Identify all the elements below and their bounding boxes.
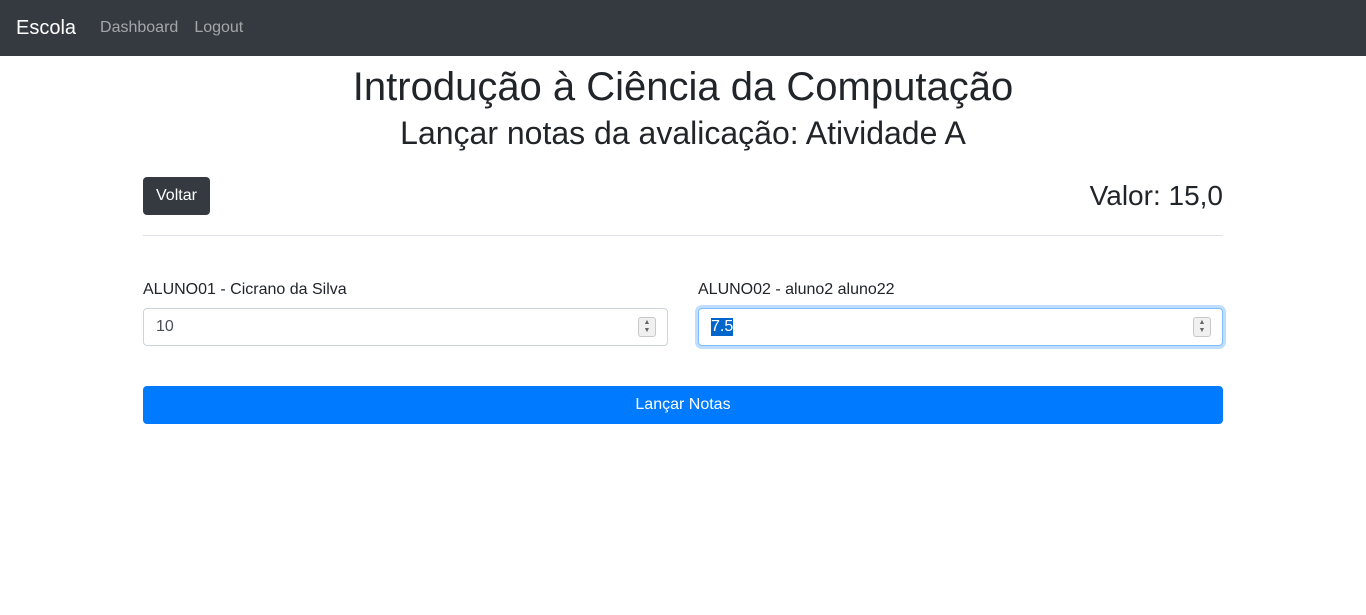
grade-input-wrapper-2: 7.5 ▲ ▼ — [698, 308, 1223, 346]
grade-input-1[interactable]: 10 — [143, 308, 668, 346]
brand-link[interactable]: Escola — [16, 18, 76, 38]
spinner-down-icon[interactable]: ▼ — [644, 327, 651, 335]
student-label-2: ALUNO02 - aluno2 aluno22 — [698, 281, 895, 298]
top-navbar: Escola Dashboard Logout — [0, 0, 1366, 56]
page-title: Introdução à Ciência da Computação — [352, 65, 1014, 109]
spinner-down-icon[interactable]: ▼ — [1199, 327, 1206, 335]
student-label-1: ALUNO01 - Cicrano da Silva — [143, 281, 347, 298]
nav-link-dashboard[interactable]: Dashboard — [100, 20, 178, 36]
back-button[interactable]: Voltar — [143, 177, 210, 215]
grades-form: ALUNO01 - Cicrano da Silva 10 ▲ ▼ ALUNO0… — [143, 280, 1223, 346]
nav-link-logout[interactable]: Logout — [194, 20, 243, 36]
valor-label: Valor: 15,0 — [1089, 180, 1223, 211]
main-content: Introdução à Ciência da Computação Lança… — [143, 63, 1223, 424]
number-spinner-icon[interactable]: ▲ ▼ — [1193, 317, 1211, 337]
page-subtitle: Lançar notas da avalicação: Atividade A — [400, 115, 966, 151]
divider — [143, 235, 1223, 236]
number-spinner-icon[interactable]: ▲ ▼ — [638, 317, 656, 337]
toolbar: Voltar Valor: 15,0 — [143, 177, 1223, 215]
spinner-up-icon[interactable]: ▲ — [644, 319, 651, 327]
student-field-1: ALUNO01 - Cicrano da Silva 10 ▲ ▼ — [143, 280, 668, 346]
student-field-2: ALUNO02 - aluno2 aluno22 7.5 ▲ ▼ — [698, 280, 1223, 346]
grade-input-1-value: 10 — [156, 318, 174, 335]
grade-input-wrapper-1: 10 ▲ ▼ — [143, 308, 668, 346]
spinner-up-icon[interactable]: ▲ — [1199, 319, 1206, 327]
grade-input-2-value: 7.5 — [711, 318, 734, 336]
submit-grades-button[interactable]: Lançar Notas — [143, 386, 1223, 424]
grade-input-2[interactable]: 7.5 — [698, 308, 1223, 346]
